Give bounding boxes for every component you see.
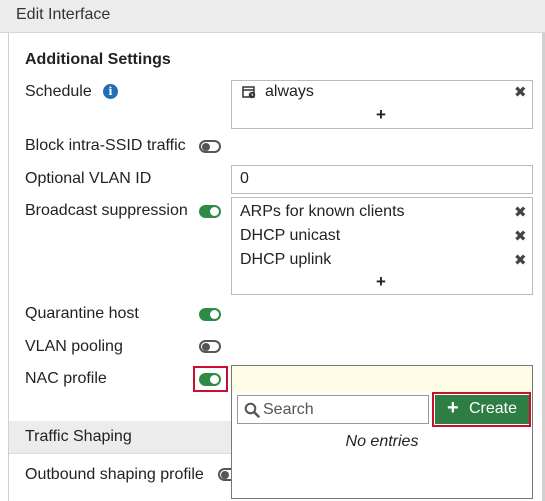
remove-icon[interactable]: ✖ [514,83,527,101]
schedule-label: Schedule [25,83,92,100]
toggle-knob [202,142,210,151]
toggle-knob [210,207,219,216]
optional-vlan-id-input[interactable]: 0 [231,165,533,194]
search-placeholder: Search [263,401,314,418]
block-intra-ssid-label: Block intra-SSID traffic [25,137,186,154]
traffic-shaping-header[interactable]: Traffic Shaping [9,421,231,454]
schedule-entry: always [265,83,314,100]
broadcast-suppression-toggle[interactable] [199,205,221,218]
traffic-shaping-heading: Traffic Shaping [25,428,132,445]
broadcast-suppression-select-box[interactable]: ARPs for known clients ✖ DHCP unicast ✖ … [231,197,533,295]
toggle-knob [221,470,229,479]
vlan-pooling-toggle[interactable] [199,340,221,353]
toggle-knob [210,310,219,319]
outbound-shaping-profile-label: Outbound shaping profile [25,466,204,483]
schedule-icon [242,86,256,99]
nac-profile-dropdown: Search + Create No entries [231,365,533,499]
vlan-pooling-label: VLAN pooling [25,338,123,355]
no-entries-text: No entries [345,433,419,450]
broadcast-entry: ARPs for known clients [240,203,405,220]
optional-vlan-id-label: Optional VLAN ID [25,170,152,187]
search-icon [244,402,260,418]
info-icon[interactable]: i [103,84,118,99]
broadcast-entry: DHCP uplink [240,251,332,268]
window-titlebar: Edit Interface [0,0,545,33]
broadcast-suppression-label: Broadcast suppression [25,202,188,219]
remove-icon[interactable]: ✖ [514,203,527,221]
create-button-highlight [432,392,531,427]
plus-icon[interactable]: + [376,105,386,125]
search-input[interactable]: Search [237,395,429,424]
quarantine-host-label: Quarantine host [25,305,139,322]
toggle-knob [202,342,210,351]
dropdown-selected-area[interactable] [232,366,532,392]
quarantine-host-toggle[interactable] [199,308,221,321]
additional-settings-heading: Additional Settings [25,51,171,68]
nac-toggle-highlight [193,366,228,392]
schedule-select-box[interactable]: always ✖ + [231,80,533,129]
nac-profile-label: NAC profile [25,370,107,387]
window-title: Edit Interface [16,6,111,23]
remove-icon[interactable]: ✖ [514,227,527,245]
broadcast-entry: DHCP unicast [240,227,341,244]
block-intra-ssid-toggle[interactable] [199,140,221,153]
remove-icon[interactable]: ✖ [514,251,527,269]
plus-icon[interactable]: + [376,272,386,292]
